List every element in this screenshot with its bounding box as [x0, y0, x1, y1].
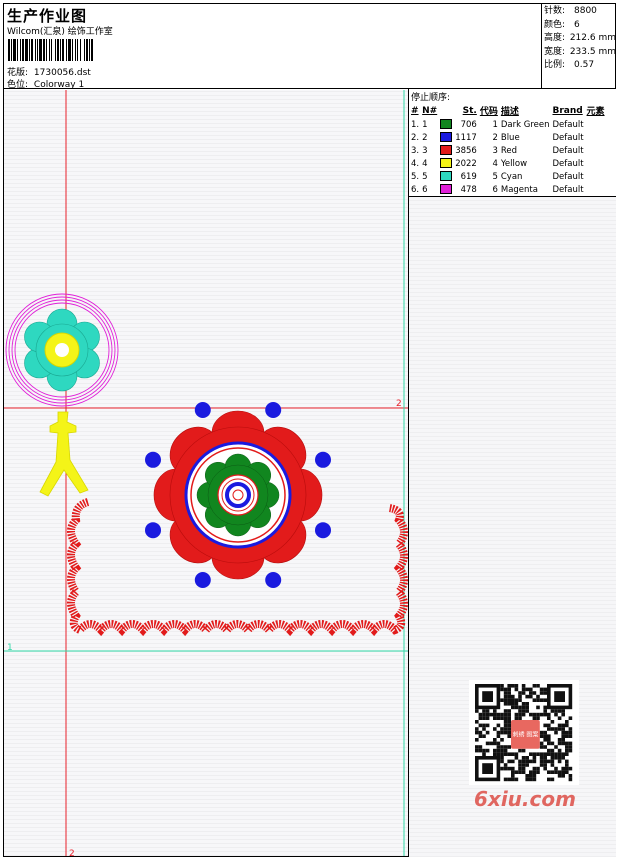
guide-label-left: 1 — [7, 643, 13, 653]
small-flower-motif — [5, 293, 119, 407]
row-number: 5 — [422, 171, 428, 182]
row-stitches: 706 — [460, 119, 477, 130]
col-brand: Brand — [552, 105, 583, 116]
col-element: 元素 — [586, 107, 605, 117]
row-element — [586, 157, 607, 170]
color-sequence-table: # N# St. 代码 描述 Brand 元素 1. 1 706 1 Dark Gree… — [410, 103, 607, 196]
watermark-logo: 6xiu.com — [474, 787, 576, 811]
col-stitches: St. — [462, 105, 477, 116]
row-code: 4 — [492, 158, 498, 169]
stop-sequence-title: 停止顺序: — [411, 93, 451, 103]
row-brand: Default — [552, 119, 584, 130]
swatch-box — [440, 158, 453, 169]
row-number: 2 — [422, 132, 428, 143]
table-row: 3. 3 3856 3 Red Default — [410, 144, 607, 157]
swatch-box — [440, 119, 453, 130]
stat-scale: 比例: 0.57 — [544, 60, 595, 70]
table-row: 2. 2 1117 2 Blue Default — [410, 131, 607, 144]
row-number: 1 — [422, 119, 428, 130]
row-index: 6. — [411, 184, 420, 195]
page-title: 生产作业图 — [7, 7, 88, 25]
stat-stitches: 针数: 8800 — [544, 6, 597, 16]
guide-label-h: 2 — [396, 399, 402, 409]
row-number: 6 — [422, 184, 428, 195]
row-stitches: 619 — [460, 171, 477, 182]
row-brand: Default — [552, 184, 584, 195]
row-number: 3 — [422, 145, 428, 156]
color-swatch — [439, 144, 454, 157]
table-row: 6. 6 478 6 Magenta Default — [410, 183, 607, 196]
row-code: 3 — [492, 145, 498, 156]
color-swatch — [439, 157, 454, 170]
row-brand: Default — [552, 145, 584, 156]
row-element — [586, 183, 607, 196]
row-brand: Default — [552, 158, 584, 169]
row-stitches: 3856 — [455, 145, 477, 156]
stat-colors: 颜色: 6 — [544, 19, 580, 30]
row-element — [586, 144, 607, 157]
stats-panel: 针数: 8800 颜色: 6 高度: 212.6 mm 宽度: 233.5 mm 比例:… — [541, 3, 616, 89]
colorway-label: 色位: — [7, 80, 29, 90]
col-index: # — [411, 105, 419, 116]
stat-height: 高度: 212.6 mm — [544, 33, 616, 43]
col-description: 描述 — [500, 107, 519, 117]
header: 生产作业图 Wilcom(汇泉) 绘饰工作室 花版: 1730056.dst 色… — [3, 3, 616, 90]
swatch-box — [440, 145, 453, 156]
swatch-box — [440, 132, 453, 143]
central-flower-motif — [145, 402, 331, 588]
qr-badge-text: 刺绣 图案 — [512, 731, 538, 739]
row-index: 4. — [411, 158, 420, 169]
row-description: Cyan — [500, 171, 523, 182]
row-index: 5. — [411, 171, 420, 182]
row-index: 1. — [411, 119, 420, 130]
col-code: 代码 — [479, 107, 498, 117]
col-swatch — [439, 103, 454, 118]
row-element — [586, 170, 607, 183]
table-header-row: # N# St. 代码 描述 Brand 元素 — [410, 103, 607, 118]
row-index: 2. — [411, 132, 420, 143]
color-swatch — [439, 183, 454, 196]
company-name: Wilcom(汇泉) 绘饰工作室 — [7, 27, 113, 37]
row-description: Red — [500, 145, 518, 156]
color-swatch — [439, 131, 454, 144]
guide-label-v: 2 — [69, 849, 75, 856]
row-description: Blue — [500, 132, 520, 143]
row-description: Yellow — [500, 158, 528, 169]
color-swatch — [439, 118, 454, 131]
color-swatch — [439, 170, 454, 183]
stat-width: 宽度: 233.5 mm — [544, 46, 616, 57]
table-row: 1. 1 706 1 Dark Green Default — [410, 118, 607, 131]
row-code: 2 — [492, 132, 498, 143]
qr-code: 刺绣 图案 — [469, 680, 579, 785]
row-brand: Default — [552, 171, 584, 182]
row-code: 5 — [492, 171, 498, 182]
table-row: 5. 5 619 5 Cyan Default — [410, 170, 607, 183]
row-stitches: 2022 — [455, 158, 477, 169]
swatch-box — [440, 184, 453, 195]
row-code: 1 — [492, 119, 498, 130]
row-number: 4 — [422, 158, 428, 169]
swatch-box — [440, 171, 453, 182]
color-sequence-sheet: 停止顺序: # N# St. 代码 描述 Brand 元素 1. 1 706 1 Dar… — [409, 89, 616, 197]
row-element — [586, 118, 607, 131]
barcode — [8, 39, 143, 61]
colorway-value: Colorway 1 — [33, 80, 85, 90]
row-stitches: 478 — [460, 184, 477, 195]
table-row: 4. 4 2022 4 Yellow Default — [410, 157, 607, 170]
col-number: N# — [422, 105, 438, 116]
row-index: 3. — [411, 145, 420, 156]
embroidery-preview: 2 2 1 — [4, 90, 408, 856]
row-element — [586, 131, 607, 144]
row-code: 6 — [492, 184, 498, 195]
yellow-stem-motif — [39, 411, 89, 497]
row-description: Dark Green — [500, 119, 550, 130]
row-brand: Default — [552, 132, 584, 143]
row-stitches: 1117 — [455, 132, 477, 143]
colorway-row: 色位: Colorway 1 — [7, 77, 84, 90]
design-canvas: 2 2 1 — [4, 90, 408, 856]
row-description: Magenta — [500, 184, 538, 195]
